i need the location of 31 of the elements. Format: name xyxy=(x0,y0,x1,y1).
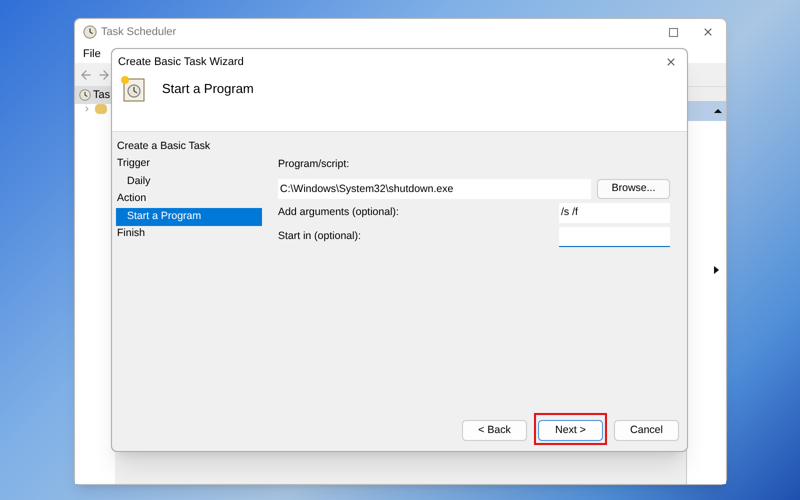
field-label: Program/script: xyxy=(278,157,350,172)
close-icon[interactable] xyxy=(702,26,714,38)
clock-icon xyxy=(83,25,97,39)
submenu-icon[interactable] xyxy=(712,266,720,274)
dialog-title: Create Basic Task Wizard xyxy=(118,54,244,70)
wizard-heading: Start a Program xyxy=(162,80,254,98)
field-label: Start in (optional): xyxy=(278,228,361,244)
window-title: Task Scheduler xyxy=(101,24,176,40)
step-item: Action xyxy=(116,191,148,206)
wizard-button[interactable]: Next > xyxy=(538,420,603,441)
browse-button[interactable]: Browse... xyxy=(597,178,670,199)
forward-arrow-icon[interactable] xyxy=(97,68,111,82)
wizard-button[interactable]: Cancel xyxy=(614,420,679,441)
menu-item[interactable]: File xyxy=(83,46,101,62)
calendar-clock-icon xyxy=(120,75,146,103)
text-input[interactable]: /s /f xyxy=(559,202,670,223)
program-input[interactable]: C:\Windows\System32\shutdown.exe xyxy=(278,178,591,199)
step-item: Daily xyxy=(126,174,152,189)
step-item: Finish xyxy=(116,226,146,242)
text-input[interactable] xyxy=(559,226,670,247)
field-label: Add arguments (optional): xyxy=(278,204,399,220)
step-item: Trigger xyxy=(116,156,151,172)
expand-icon[interactable] xyxy=(83,104,91,112)
collapse-icon[interactable] xyxy=(714,107,722,115)
close-icon[interactable] xyxy=(665,56,677,68)
step-item: Create a Basic Task xyxy=(116,138,212,154)
step-item: Start a Program xyxy=(116,208,262,226)
wizard-button[interactable]: < Back xyxy=(462,420,527,441)
maximize-icon[interactable] xyxy=(669,28,678,36)
tree-item[interactable]: Tas xyxy=(93,87,110,104)
folder-icon xyxy=(95,104,107,114)
